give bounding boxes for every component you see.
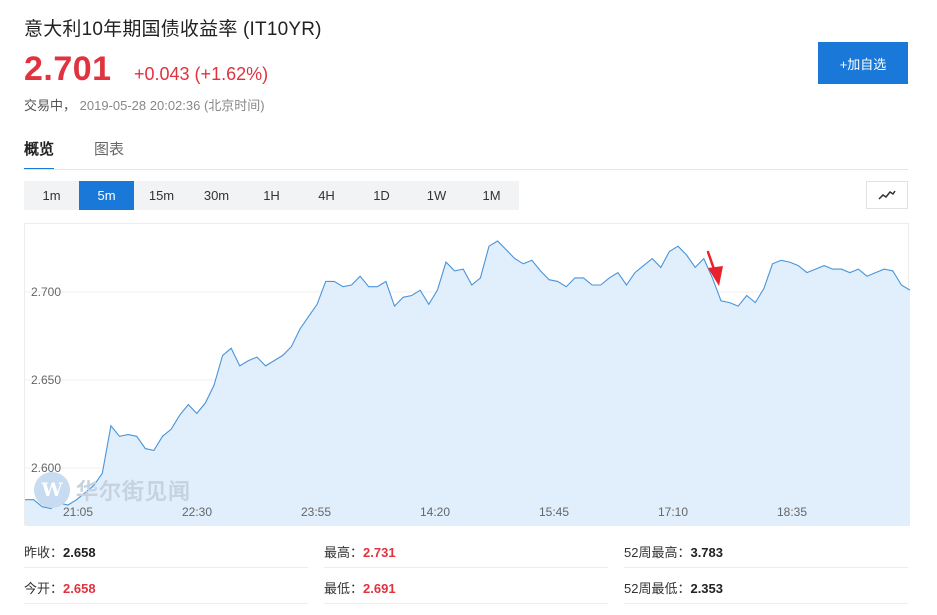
current-price: 2.701 <box>24 50 112 88</box>
period-1m[interactable]: 1m <box>24 181 79 210</box>
stat-divider <box>24 603 308 604</box>
stat-divider <box>324 603 608 604</box>
period-4h[interactable]: 4H <box>299 181 354 210</box>
price-change: +0.043 (+1.62%) <box>134 64 269 84</box>
tabs-divider <box>24 169 908 170</box>
stat-low-52w: 52周最低：2.353 <box>624 578 723 597</box>
stat-prev-close: 昨收：2.658 <box>24 542 96 561</box>
status-time: 2019-05-28 20:02:36 (北京时间) <box>79 98 265 113</box>
x-tick-label: 15:45 <box>539 505 569 519</box>
stat-label: 最高： <box>324 545 364 560</box>
stat-divider <box>624 567 908 568</box>
x-tick-label: 18:35 <box>777 505 807 519</box>
stat-value: 3.783 <box>690 545 724 560</box>
stat-label: 今开： <box>24 581 64 596</box>
tab-chart[interactable]: 图表 <box>94 138 124 170</box>
chart-type-button[interactable] <box>866 181 908 209</box>
status-state: 交易中， <box>24 98 77 113</box>
x-tick-label: 17:10 <box>658 505 688 519</box>
page-title: 意大利10年期国债收益率 (IT10YR) <box>24 19 322 40</box>
stat-divider <box>624 603 908 604</box>
tab-overview[interactable]: 概览 <box>24 138 55 170</box>
add-watchlist-button[interactable]: +加自选 <box>818 42 908 84</box>
stat-low: 最低：2.691 <box>324 578 396 597</box>
x-tick-label: 14:20 <box>420 505 450 519</box>
stat-value: 2.691 <box>363 581 396 596</box>
stat-divider <box>24 567 308 568</box>
period-1d[interactable]: 1D <box>354 181 409 210</box>
period-1h[interactable]: 1H <box>244 181 299 210</box>
stat-value: 2.658 <box>63 581 96 596</box>
stat-high-52w: 52周最高：3.783 <box>624 542 723 561</box>
stat-label: 52周最高： <box>624 545 691 560</box>
period-5m[interactable]: 5m <box>79 181 134 210</box>
trading-status: 交易中， 2019-05-28 20:02:36 (北京时间) <box>24 95 265 114</box>
y-tick-label: 2.650 <box>31 373 61 387</box>
period-1w[interactable]: 1W <box>409 181 464 210</box>
watermark-logo: W <box>34 472 70 508</box>
stat-label: 52周最低： <box>624 581 691 596</box>
stat-open: 今开：2.658 <box>24 578 96 597</box>
watermark: W 华尔街见闻 <box>34 472 191 508</box>
y-tick-label: 2.700 <box>31 285 61 299</box>
period-1mo[interactable]: 1M <box>464 181 519 210</box>
stat-value: 2.353 <box>690 581 724 596</box>
stat-high: 最高：2.731 <box>324 542 396 561</box>
stat-value: 2.658 <box>63 545 96 560</box>
period-30m[interactable]: 30m <box>189 181 244 210</box>
watermark-text: 华尔街见闻 <box>76 479 192 505</box>
period-selector: 1m 5m 15m 30m 1H 4H 1D 1W 1M <box>24 181 519 210</box>
stat-label: 最低： <box>324 581 364 596</box>
stat-label: 昨收： <box>24 545 64 560</box>
stat-value: 2.731 <box>363 545 396 560</box>
period-15m[interactable]: 15m <box>134 181 189 210</box>
line-chart-icon <box>878 190 896 200</box>
main-tabs: 概览 图表 <box>24 138 124 170</box>
x-tick-label: 23:55 <box>301 505 331 519</box>
stat-divider <box>324 567 608 568</box>
